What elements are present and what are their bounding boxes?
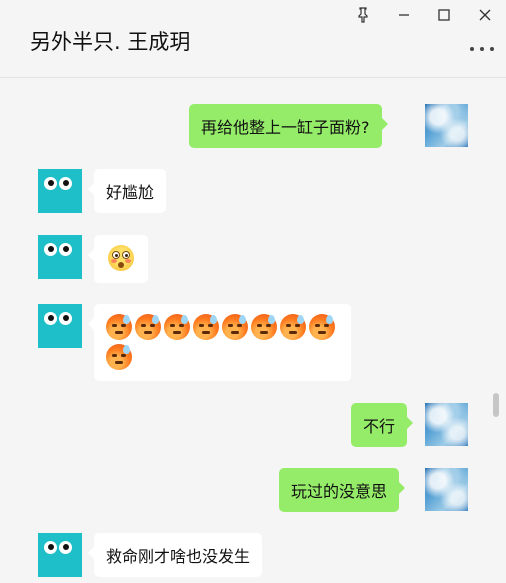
anxious-sweat-face-icon <box>280 314 306 340</box>
pin-icon[interactable] <box>351 4 375 26</box>
anxious-sweat-face-icon <box>135 314 161 340</box>
message-bubble-outgoing[interactable]: 再给他整上一缸子面粉? <box>189 104 387 148</box>
scrollbar-thumb[interactable] <box>493 393 499 417</box>
anxious-sweat-face-icon <box>309 314 335 340</box>
message-bubble-incoming[interactable]: 救命刚才啥也没发生 <box>87 533 263 577</box>
more-dots-icon[interactable] <box>470 44 494 54</box>
self-avatar[interactable] <box>425 104 468 147</box>
flushed-face-icon <box>108 245 134 271</box>
maximize-icon[interactable] <box>432 4 456 26</box>
anxious-sweat-face-icon <box>106 314 132 340</box>
self-avatar[interactable] <box>425 468 468 511</box>
contact-avatar[interactable] <box>38 169 82 213</box>
minimize-icon[interactable] <box>392 4 416 26</box>
anxious-sweat-face-icon <box>222 314 248 340</box>
chat-area[interactable]: 再给他整上一缸子面粉? 好尴尬 不行 玩过的没意思 救命刚才啥也没发生 <box>0 79 506 583</box>
message-bubble-emoji[interactable] <box>88 304 351 381</box>
contact-avatar[interactable] <box>38 304 82 348</box>
anxious-sweat-face-icon <box>106 344 132 370</box>
anxious-sweat-face-icon <box>193 314 219 340</box>
message-bubble-outgoing[interactable]: 玩过的没意思 <box>279 468 406 512</box>
self-avatar[interactable] <box>425 403 468 446</box>
close-icon[interactable] <box>473 4 497 26</box>
message-bubble-incoming[interactable]: 好尴尬 <box>87 169 167 213</box>
chat-title: 另外半只. 王成玥 <box>30 30 191 54</box>
message-bubble-outgoing[interactable]: 不行 <box>351 403 414 447</box>
contact-avatar[interactable] <box>38 235 82 279</box>
title-bar: 另外半只. 王成玥 <box>0 0 506 78</box>
scrolled-off-text <box>190 79 390 83</box>
anxious-sweat-face-icon <box>164 314 190 340</box>
message-bubble-emoji[interactable] <box>88 235 148 283</box>
contact-avatar[interactable] <box>38 533 82 577</box>
anxious-sweat-face-icon <box>251 314 277 340</box>
